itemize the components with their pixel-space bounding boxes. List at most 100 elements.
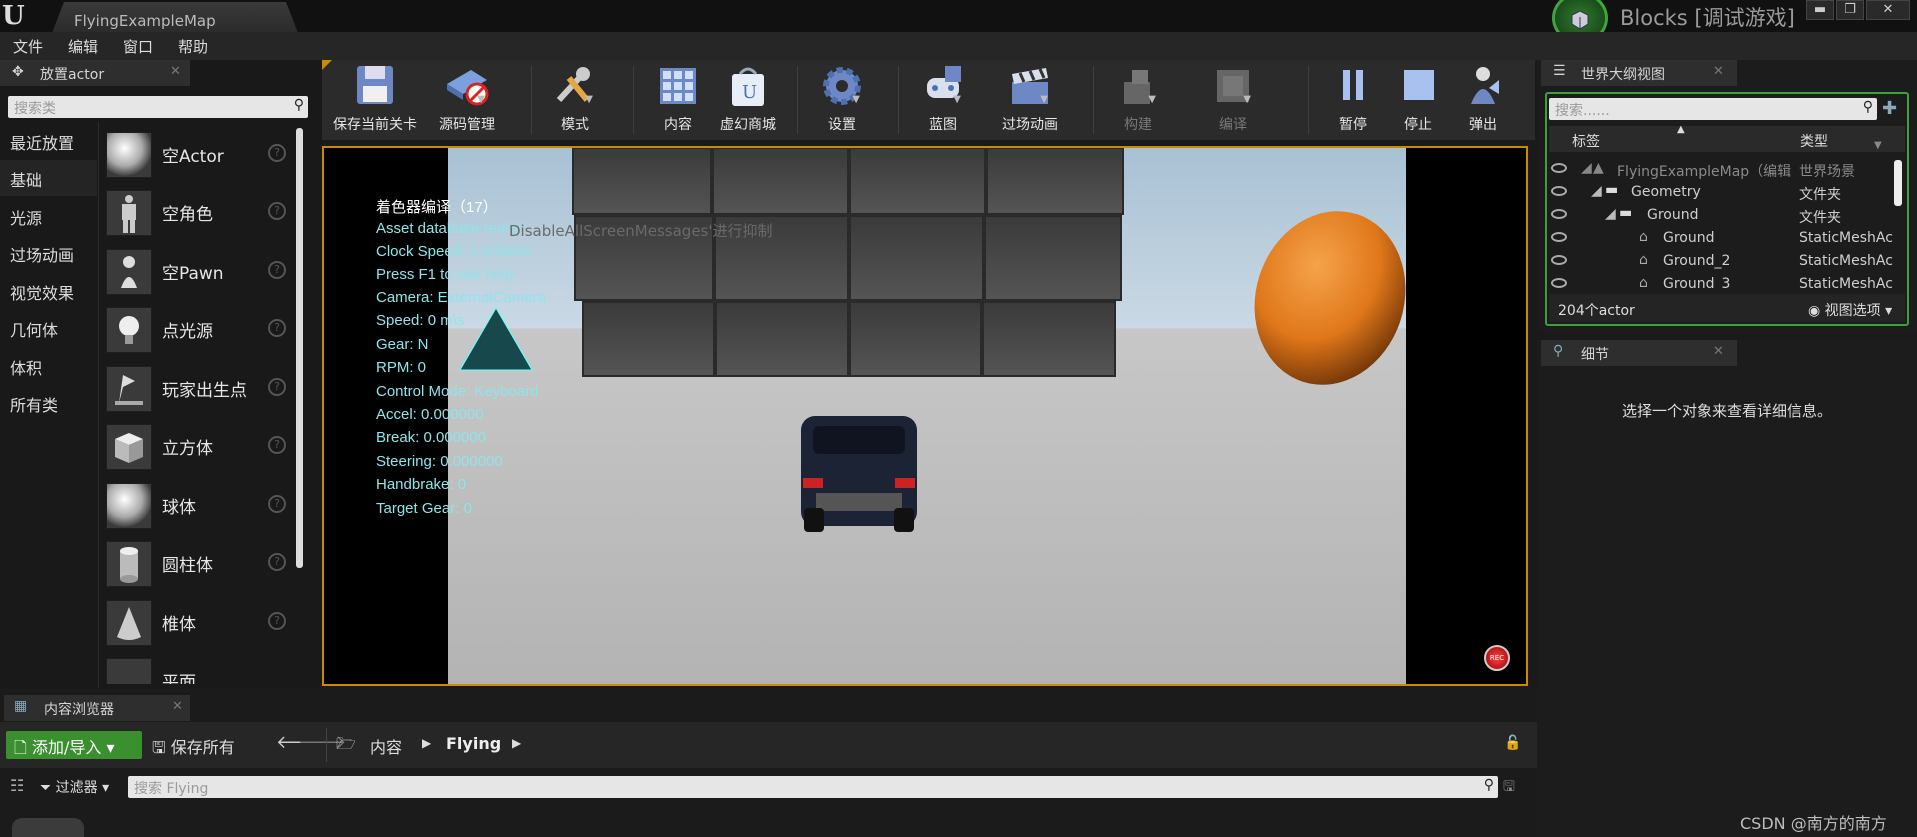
static-mesh-icon: ⌂ bbox=[1639, 275, 1648, 289]
place-item-cylinder[interactable]: 圆柱体? bbox=[106, 537, 292, 593]
help-icon[interactable]: ? bbox=[268, 144, 286, 162]
help-icon[interactable]: ? bbox=[268, 261, 286, 279]
toolbar-separator bbox=[531, 66, 532, 134]
place-item-sphere[interactable]: 球体? bbox=[106, 479, 292, 535]
hud-line: Control Mode: Keyboard bbox=[376, 383, 539, 400]
column-type-header[interactable]: 类型 bbox=[1800, 131, 1828, 151]
place-item-cube[interactable]: 立方体? bbox=[106, 420, 292, 476]
folder-thumbnail-icon[interactable] bbox=[12, 818, 84, 837]
source-control-button[interactable]: ▼ 源码管理 bbox=[422, 64, 512, 140]
hud-line: Camera: ExternalCamera bbox=[376, 289, 547, 306]
world-outliner-tab[interactable]: ☰ 世界大纲视图 ✕ bbox=[1541, 60, 1737, 86]
place-item-empty-character[interactable]: 空角色? bbox=[106, 186, 292, 242]
add-import-button[interactable]: 🗋 添加/导入 ▾ bbox=[6, 731, 142, 759]
eye-icon[interactable] bbox=[1551, 209, 1567, 219]
class-search-input[interactable]: 搜索类 ⚲ bbox=[8, 96, 308, 118]
category-all-classes[interactable]: 所有类 bbox=[0, 385, 97, 421]
tab-close-icon[interactable]: ✕ bbox=[172, 699, 183, 714]
hud-line: Break: 0.000000 bbox=[376, 429, 487, 446]
category-cinematic[interactable]: 过场动画 bbox=[0, 235, 97, 271]
outliner-row[interactable]: ◢ ▲ FlyingExampleMap（编辑 世界场景 bbox=[1547, 158, 1907, 181]
content-browser-tab[interactable]: ▦ 内容浏览器 ✕ bbox=[4, 695, 190, 721]
settings-button[interactable]: ▼ 设置 bbox=[797, 64, 887, 140]
place-item-cone[interactable]: 椎体? bbox=[106, 596, 292, 652]
outliner-row[interactable]: ⌂ Ground StaticMeshAc bbox=[1547, 227, 1907, 250]
eye-icon[interactable] bbox=[1551, 255, 1567, 265]
save-all-button[interactable]: 🖫 保存所有 bbox=[152, 734, 235, 764]
category-lights[interactable]: 光源 bbox=[0, 198, 97, 234]
menu-file[interactable]: 文件 bbox=[13, 36, 43, 57]
folder-open-icon: 🗁 bbox=[336, 734, 356, 753]
help-icon[interactable]: ? bbox=[268, 319, 286, 337]
map-tab-label: FlyingExampleMap bbox=[74, 12, 216, 30]
place-item-empty-actor[interactable]: 空Actor? bbox=[106, 128, 292, 184]
compile-button[interactable]: ▼ 编译 bbox=[1188, 64, 1278, 140]
game-viewport[interactable]: 着色器编译（17） Asset database ready! DisableA… bbox=[322, 146, 1528, 686]
menu-help[interactable]: 帮助 bbox=[178, 36, 208, 57]
map-tab[interactable]: FlyingExampleMap bbox=[52, 2, 298, 33]
category-recent[interactable]: 最近放置 bbox=[0, 123, 97, 159]
help-icon[interactable]: ? bbox=[268, 378, 286, 396]
help-icon[interactable]: ? bbox=[268, 202, 286, 220]
modes-button[interactable]: ▼ 模式 bbox=[530, 64, 620, 140]
tab-close-icon[interactable]: ✕ bbox=[170, 64, 181, 79]
sphere-icon bbox=[106, 483, 152, 529]
view-options-button[interactable]: ◉ 视图选项 ▾ bbox=[1808, 300, 1892, 320]
outliner-row[interactable]: ◢ ▬ Geometry 文件夹 bbox=[1547, 181, 1907, 204]
menu-edit[interactable]: 编辑 bbox=[68, 36, 98, 57]
marketplace-button[interactable]: U 虚幻商城 bbox=[703, 64, 793, 140]
record-indicator: REC bbox=[1484, 645, 1510, 671]
help-icon[interactable]: ? bbox=[268, 612, 286, 630]
world-icon: ▲ bbox=[1593, 160, 1604, 176]
outliner-row[interactable]: ⌂ Ground_2 StaticMeshAc bbox=[1547, 250, 1907, 273]
outliner-row[interactable]: ◢ ▬ Ground 文件夹 bbox=[1547, 204, 1907, 227]
path-flying[interactable]: Flying bbox=[446, 734, 501, 753]
place-item-empty-pawn[interactable]: 空Pawn? bbox=[106, 245, 292, 301]
filter-button[interactable]: ⏷ 过滤器 ▾ bbox=[40, 777, 109, 797]
maximize-button[interactable]: ❐ bbox=[1836, 0, 1864, 20]
place-list-scrollbar[interactable] bbox=[296, 128, 303, 568]
asset-search-input[interactable]: 搜索 Flying ⚲ bbox=[128, 776, 1498, 798]
hud-line: Asset database ready! bbox=[376, 220, 526, 237]
outliner-row[interactable]: ⌂ Ground_3 StaticMeshAc bbox=[1547, 273, 1907, 289]
cylinder-icon bbox=[106, 541, 152, 587]
outliner-search-input[interactable]: 搜索...... ⚲ bbox=[1549, 98, 1877, 120]
eye-icon[interactable] bbox=[1551, 278, 1567, 288]
column-label-header[interactable]: 标签 bbox=[1572, 131, 1600, 151]
build-button[interactable]: ▼ 构建 bbox=[1093, 64, 1183, 140]
tab-close-icon[interactable]: ✕ bbox=[1713, 64, 1724, 79]
menu-window[interactable]: 窗口 bbox=[123, 36, 153, 57]
help-icon[interactable]: ? bbox=[268, 436, 286, 454]
details-tab[interactable]: ⚲ 细节 ✕ bbox=[1541, 340, 1737, 366]
tree-toggle-icon[interactable]: ☷ bbox=[10, 776, 24, 795]
column-dropdown-icon[interactable]: ▼ bbox=[1874, 140, 1882, 151]
cinematics-button[interactable]: ▼ 过场动画 bbox=[985, 64, 1075, 140]
save-search-icon[interactable]: 🖫 bbox=[1503, 776, 1515, 800]
eye-icon[interactable] bbox=[1551, 163, 1567, 173]
place-item-player-start[interactable]: 玩家出生点? bbox=[106, 362, 292, 418]
eject-button[interactable]: 弹出 bbox=[1438, 64, 1528, 140]
floppy-save-icon bbox=[351, 64, 399, 108]
tab-close-icon[interactable]: ✕ bbox=[1713, 344, 1724, 359]
minimize-button[interactable]: ▬ bbox=[1806, 0, 1834, 20]
help-icon[interactable]: ? bbox=[268, 553, 286, 571]
category-volumes[interactable]: 体积 bbox=[0, 348, 97, 384]
path-content[interactable]: 内容 bbox=[370, 734, 402, 758]
place-item-plane[interactable]: 平面 bbox=[106, 654, 292, 684]
cone-icon bbox=[106, 600, 152, 646]
eye-icon[interactable] bbox=[1551, 186, 1567, 196]
place-actors-tab[interactable]: ✥ 放置actor ✕ bbox=[0, 60, 190, 86]
help-icon[interactable]: ? bbox=[268, 495, 286, 513]
category-basic[interactable]: 基础 bbox=[0, 160, 97, 196]
add-actor-icon[interactable]: ✚ bbox=[1882, 98, 1904, 120]
place-item-point-light[interactable]: 点光源? bbox=[106, 303, 292, 359]
close-window-button[interactable]: ✕ bbox=[1866, 0, 1910, 20]
save-level-button[interactable]: 保存当前关卡 bbox=[330, 64, 420, 140]
lock-icon[interactable]: 🔓 bbox=[1504, 735, 1521, 751]
path-separator-icon: ▶ bbox=[422, 736, 432, 750]
category-visual-effects[interactable]: 视觉效果 bbox=[0, 273, 97, 309]
category-geometry[interactable]: 几何体 bbox=[0, 310, 97, 346]
eye-icon[interactable] bbox=[1551, 232, 1567, 242]
outliner-scrollbar[interactable] bbox=[1894, 160, 1902, 206]
blueprints-button[interactable]: ▼ 蓝图 bbox=[898, 64, 988, 140]
